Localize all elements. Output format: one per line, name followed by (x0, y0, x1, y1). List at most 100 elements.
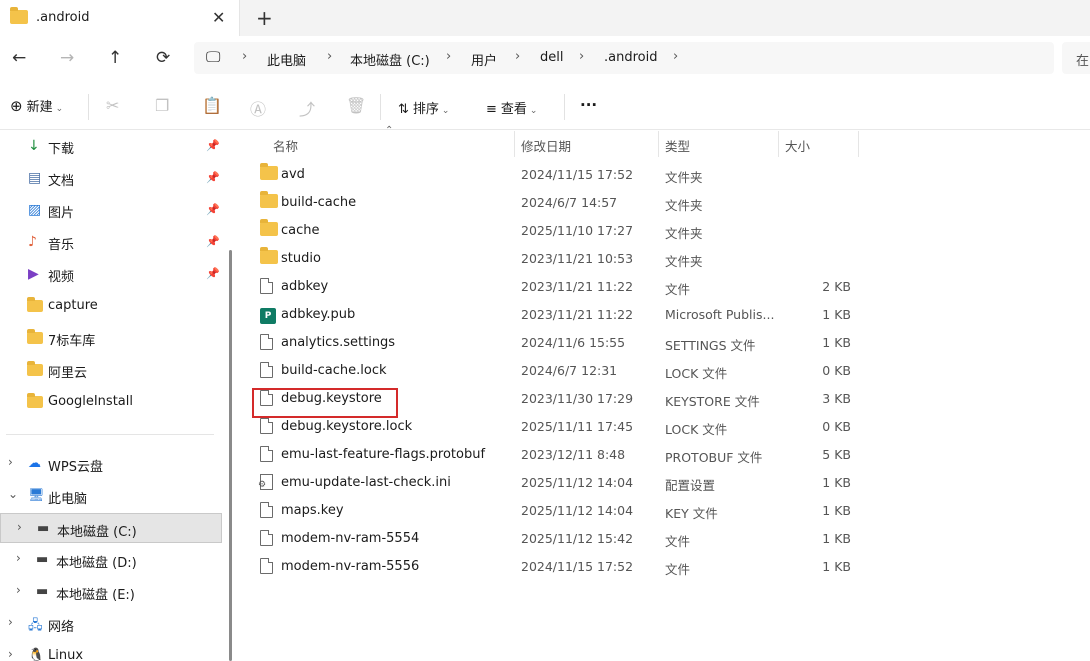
chevron-right-icon[interactable]: › (8, 615, 13, 629)
sidebar-tree-item[interactable]: › 🐧 Linux (0, 641, 222, 661)
chevron-right-icon[interactable]: › (16, 583, 21, 597)
back-arrow-icon[interactable]: ← (12, 48, 26, 68)
breadcrumb-separator[interactable]: › (327, 49, 332, 64)
sidebar-item-label: 图片 (48, 206, 75, 221)
sidebar-item-label: 下载 (48, 142, 75, 157)
drive-icon: ▬ (36, 552, 49, 567)
column-header-name[interactable]: 名称 (267, 131, 513, 157)
more-options-button[interactable]: ··· (580, 96, 597, 114)
rename-icon[interactable]: Ⓐ (250, 96, 266, 120)
column-header-date[interactable]: 修改日期 (515, 131, 658, 157)
sidebar-scrollbar[interactable] (229, 250, 232, 661)
sidebar-item[interactable]: ▤ 文档 📌 (0, 163, 222, 193)
sidebar-item[interactable]: capture (0, 291, 222, 321)
file-type: KEYSTORE 文件 (665, 394, 760, 409)
forward-arrow-icon[interactable]: → (60, 48, 74, 68)
chevron-right-icon[interactable]: › (17, 520, 22, 534)
delete-icon[interactable]: 🗑 (346, 96, 366, 115)
file-row[interactable]: debug.keystore 2023/11/30 17:29 KEYSTORE 文… (240, 385, 1090, 413)
sidebar-item[interactable]: ↓ 下载 📌 (0, 131, 222, 161)
sort-button[interactable]: ⇅ 排序 ⌄ (398, 98, 449, 117)
sidebar-tree-item[interactable]: › ▬ 本地磁盘 (C:) (0, 513, 222, 543)
folder-icon (27, 329, 43, 348)
cut-icon[interactable]: ✂ (106, 96, 119, 115)
column-divider[interactable] (858, 131, 859, 157)
chevron-right-icon[interactable]: › (16, 551, 21, 565)
breadcrumb-separator[interactable]: › (579, 49, 584, 64)
breadcrumb-local-disk-c[interactable]: 本地磁盘 (C:) (350, 50, 430, 69)
sidebar-item[interactable]: ▶ 视频 📌 (0, 259, 222, 289)
file-row[interactable]: modem-nv-ram-5556 2024/11/15 17:52 文件 1 KB (240, 553, 1090, 581)
file-row[interactable]: emu-update-last-check.ini 2025/11/12 14:0… (240, 469, 1090, 497)
share-icon[interactable]: ⤴ (299, 96, 315, 120)
breadcrumb-android[interactable]: .android (604, 50, 657, 65)
sidebar-item-label: 阿里云 (48, 366, 88, 381)
close-tab-icon[interactable]: ✕ (212, 8, 225, 27)
view-button[interactable]: ≡ 查看 ⌄ (486, 98, 537, 117)
file-row[interactable]: maps.key 2025/11/12 14:04 KEY 文件 1 KB (240, 497, 1090, 525)
file-icon (260, 334, 273, 353)
file-row[interactable]: studio 2023/11/21 10:53 文件夹 (240, 245, 1090, 273)
sidebar-tree-item[interactable]: › ☁ WPS云盘 (0, 449, 222, 479)
sidebar-tree-item[interactable]: › ▬ 本地磁盘 (E:) (0, 577, 222, 607)
column-name-label: 名称 (273, 139, 299, 154)
sidebar-tree-item[interactable]: › 🖧 网络 (0, 609, 222, 639)
breadcrumb-separator[interactable]: › (673, 49, 678, 64)
sidebar-item[interactable]: 阿里云 (0, 355, 222, 385)
pin-icon: 📌 (206, 203, 220, 216)
copy-icon[interactable]: ❐ (155, 96, 169, 115)
file-date: 2023/12/11 8:48 (521, 447, 626, 462)
breadcrumb-dell[interactable]: dell (540, 50, 563, 65)
file-row[interactable]: analytics.settings 2024/11/6 15:55 SETTING… (240, 329, 1090, 357)
address-bar[interactable]: 🖵 › 此电脑 › 本地磁盘 (C:) › 用户 › dell › .andro… (194, 42, 1054, 74)
sidebar-tree-label: 网络 (48, 620, 75, 635)
chevron-right-icon[interactable]: › (8, 647, 13, 661)
sidebar-tree-label: 本地磁盘 (C:) (57, 525, 137, 540)
sidebar-item[interactable]: ▨ 图片 📌 (0, 195, 222, 225)
sidebar-tree-item[interactable]: ⌄ 🖥 此电脑 (0, 481, 222, 511)
breadcrumb-this-pc[interactable]: 此电脑 (267, 50, 306, 69)
tab-android[interactable]: .android ✕ (0, 0, 240, 36)
breadcrumb-separator[interactable]: › (446, 49, 451, 64)
computer-icon: 🖵 (206, 48, 221, 66)
file-row[interactable]: debug.keystore.lock 2025/11/11 17:45 LOCK … (240, 413, 1090, 441)
file-icon (260, 558, 273, 577)
sidebar-item[interactable]: GoogleInstall (0, 387, 222, 417)
breadcrumb-separator[interactable]: › (242, 49, 247, 64)
sidebar-divider (6, 434, 214, 435)
file-icon (260, 362, 273, 381)
file-size: 0 KB (822, 363, 851, 378)
chevron-down-icon: ⌄ (529, 106, 538, 116)
file-row[interactable]: build-cache 2024/6/7 14:57 文件夹 (240, 189, 1090, 217)
file-size: 1 KB (822, 559, 851, 574)
chevron-down-icon[interactable]: ⌄ (8, 487, 18, 501)
quick-access-icon: ▶ (28, 266, 39, 282)
file-type: LOCK 文件 (665, 422, 728, 437)
up-arrow-icon[interactable]: ↑ (108, 48, 122, 68)
new-button[interactable]: ⊕ 新建 ⌄ (10, 96, 63, 115)
file-name: modem-nv-ram-5554 (281, 531, 420, 546)
file-row[interactable]: adbkey 2023/11/21 11:22 文件 2 KB (240, 273, 1090, 301)
file-name: build-cache (281, 195, 357, 210)
column-header-size[interactable]: 大小 (779, 131, 858, 157)
sidebar-tree-item[interactable]: › ▬ 本地磁盘 (D:) (0, 545, 222, 575)
file-row[interactable]: avd 2024/11/15 17:52 文件夹 (240, 161, 1090, 189)
file-row[interactable]: build-cache.lock 2024/6/7 12:31 LOCK 文件 0 K… (240, 357, 1090, 385)
sidebar-item[interactable]: ♪ 音乐 📌 (0, 227, 222, 257)
chevron-right-icon[interactable]: › (8, 455, 13, 469)
new-tab-button[interactable]: + (256, 6, 273, 30)
file-row[interactable]: emu-last-feature-flags.protobuf 2023/12/1… (240, 441, 1090, 469)
file-row[interactable]: modem-nv-ram-5554 2025/11/12 15:42 文件 1 KB (240, 525, 1090, 553)
file-name: adbkey (281, 279, 329, 294)
file-row[interactable]: Padbkey.pub 2023/11/21 11:22 Microsoft Pub… (240, 301, 1090, 329)
column-header-type[interactable]: 类型 (659, 131, 778, 157)
sidebar-item[interactable]: 7标车库 (0, 323, 222, 353)
file-row[interactable]: cache 2025/11/10 17:27 文件夹 (240, 217, 1090, 245)
folder-icon (10, 7, 28, 27)
file-name: build-cache.lock (281, 363, 387, 378)
file-type: 文件夹 (665, 254, 703, 269)
refresh-icon[interactable]: ⟳ (156, 48, 170, 68)
paste-icon[interactable]: 📋 (202, 96, 222, 115)
breadcrumb-users[interactable]: 用户 (471, 50, 497, 69)
breadcrumb-separator[interactable]: › (515, 49, 520, 64)
